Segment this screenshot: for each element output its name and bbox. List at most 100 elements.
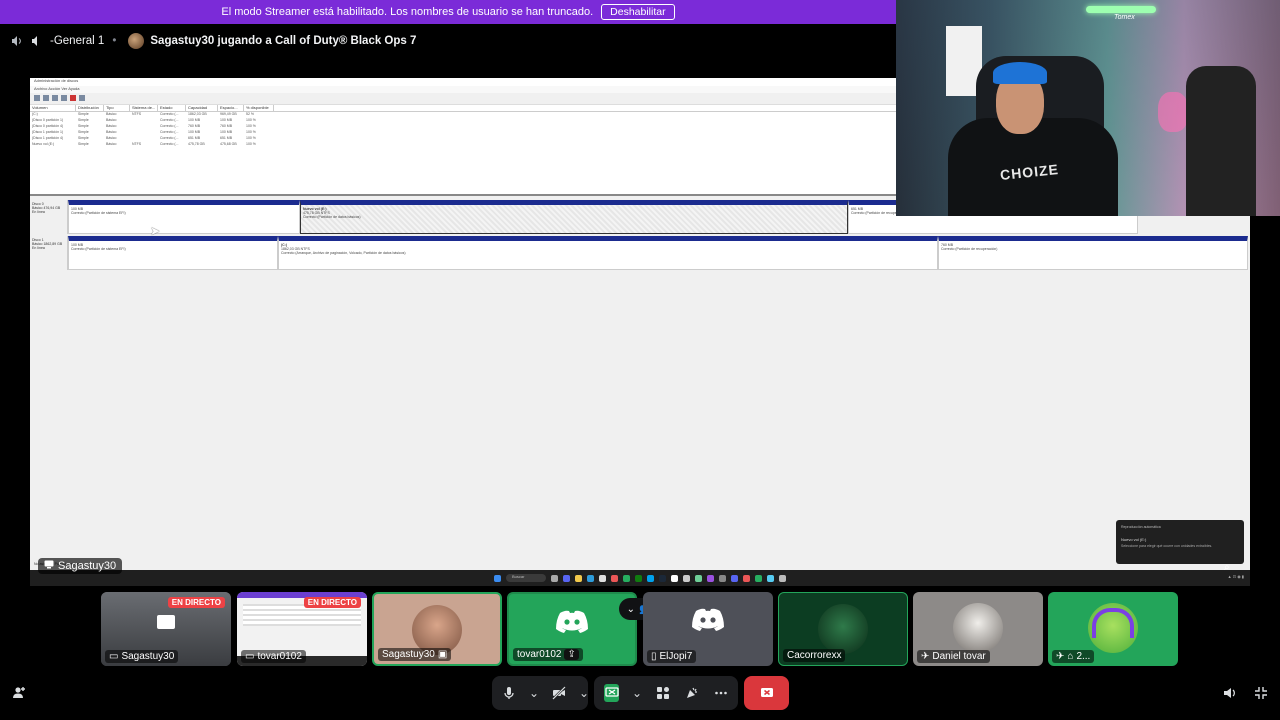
call-window: El modo Streamer está habilitado. Los no… [0,0,1280,720]
windows-notification[interactable]: Reproducción automática Nuevo vol (E:) S… [1116,520,1244,564]
activity-title: Sagastuy30 jugando a Call of Duty® Black… [150,35,417,47]
discord-icon [692,608,724,631]
forward-icon [43,95,49,101]
disk-info: Básico 1862,89 GB En línea [32,242,63,250]
webcam-sign: Tomex [1114,14,1135,21]
chevron-down-icon: ⌄ [631,686,643,700]
disk-1-row[interactable]: Disco 1 Básico 1862,89 GB En línea 100 M… [30,236,1250,270]
taskbar-app-icon [647,574,654,582]
participant-tile[interactable]: ✈ Daniel tovar [913,592,1043,666]
participant-avatar [953,603,1003,653]
disconnect-button[interactable] [744,676,789,710]
taskbar-app-icon [563,574,570,582]
streamer-avatar [128,33,145,49]
soundboard-button[interactable] [684,684,699,702]
stop-screen-share-button[interactable] [604,684,619,702]
volume-cell: Nuevo vol (E:) [32,142,55,146]
participant-tile[interactable]: EN DIRECTO ▭ tovar0102 [237,592,367,666]
screen-share-icon: ▭ [245,651,255,662]
tile-label: ▭ tovar0102 [241,650,306,663]
tile-label: Sagastuy30 ▣ [378,648,452,661]
participant-tile[interactable]: Cacorrorexx [778,592,908,666]
volume-cell: 100 % [246,142,256,146]
edge-icon [587,574,594,582]
back-icon [34,95,40,101]
disk-1-partition-1[interactable]: 100 MB Correcto (Partición de sistema EF… [68,236,278,270]
disk-0-partition-2[interactable]: Nuevo vol (E:) 475,78 GB NTFS Correcto (… [300,200,848,234]
notification-title: Reproducción automática [1121,525,1161,529]
tile-label: ✈ ⌂ 2... [1052,650,1095,663]
webcam-overlay[interactable]: Tomex CHOIZE [896,0,1280,216]
screen-share-icon [157,615,175,629]
live-badge: EN DIRECTO [167,597,225,608]
participant-name: tovar0102 [257,651,302,662]
volume-icon [1224,688,1235,698]
disk-1-partition-2[interactable]: (C:) 1862,03 GB NTFS Correcto (Arranque,… [278,236,938,270]
partition-status: Correcto (Partición de sistema EFI) [71,211,126,215]
soundboard-icon [686,687,697,698]
column-header: Espacio... [218,105,244,111]
disk-0-label: Disco 0 Básico 476,94 GB En línea [30,200,68,234]
separator-dot: • [112,35,117,47]
screen-share-icon: ▭ [109,651,119,662]
participant-tile[interactable]: ✈ ⌂ 2... [1048,592,1178,666]
activities-button[interactable] [655,684,670,702]
activities-icon [656,687,669,699]
partition-status: Correcto (Partición de datos básicos) [303,215,361,219]
streamer-mode-banner: El modo Streamer está habilitado. Los no… [0,0,896,24]
microphone-icon [504,687,514,699]
windows-taskbar: Buscar ▲ ⊡ ◉ ▮ [30,570,1250,586]
disconnect-icon [760,688,773,697]
playstation-icon: ⌂ [1067,651,1074,662]
voice-channel-icon [10,34,24,48]
disable-streamer-mode-button[interactable]: Deshabilitar [601,4,675,20]
participant-tile[interactable]: Sagastuy30 ▣ [372,592,502,666]
chrome-icon [623,574,630,582]
audio-video-controls: ⌄ ⌄ [492,676,589,710]
delete-icon [70,95,76,101]
volume-cell: Simple [78,142,89,146]
camera-button[interactable] [552,684,566,702]
xbox-icon [635,574,642,582]
participant-name: Daniel tovar [932,651,986,662]
column-header: % disponible [244,105,274,111]
taskbar-search: Buscar [506,574,546,582]
volume-cell: 475,68 GB [220,142,237,146]
more-options-button[interactable] [713,684,728,702]
column-header: Tipo [104,105,130,111]
participant-tile[interactable]: EN DIRECTO ▭ Sagastuy30 [101,592,231,666]
taskbar-app-icon [611,574,618,582]
microphone-button[interactable] [502,684,516,702]
taskbar-app-icon [683,574,690,582]
call-header: -General 1 • Sagastuy30 jugando a Call o… [0,24,896,58]
discord-icon [556,610,588,633]
taskbar-app-icon [779,574,786,582]
participant-name: Sagastuy30 [382,649,435,660]
taskbar-app-icon [671,574,678,582]
partition-status: Correcto (Arranque, Archivo de paginació… [281,251,406,255]
webcam-person-cap [993,62,1047,84]
screen-share-options-button[interactable]: ⌄ [631,684,643,702]
disk-1-partition-3[interactable]: 760 MB Correcto (Partición de recuperaci… [938,236,1248,270]
mouse-cursor-icon: ➤ [150,224,161,238]
webcam-neon-light [1086,6,1156,13]
participant-tile[interactable]: ▯ ElJopi7 [643,592,773,666]
stream-owner-label: Sagastuy30 [38,558,123,574]
channel-name[interactable]: -General 1 [50,35,104,47]
volume-button[interactable] [1221,684,1239,702]
microphone-options-button[interactable]: ⌄ [528,684,540,702]
webcam-second-chair [1186,66,1256,216]
system-tray: ▲ ⊡ ◉ ▮ [1227,574,1244,579]
chevron-down-icon: ⌄ [528,686,540,700]
invite-people-button[interactable] [10,684,28,702]
taskbar-app-icon [599,574,606,582]
rocket-icon: ✈ [1056,651,1065,662]
folder-icon [575,574,582,582]
camera-options-button[interactable]: ⌄ [579,684,589,702]
exit-fullscreen-button[interactable] [1252,684,1270,702]
discord-icon [731,574,738,582]
taskbar-app-icon [755,574,762,582]
disk-0-partition-1[interactable]: 100 MB Correcto (Partición de sistema EF… [68,200,300,234]
column-header: Estado [158,105,186,111]
participant-tile[interactable]: tovar0102 ⇪ [507,592,637,666]
